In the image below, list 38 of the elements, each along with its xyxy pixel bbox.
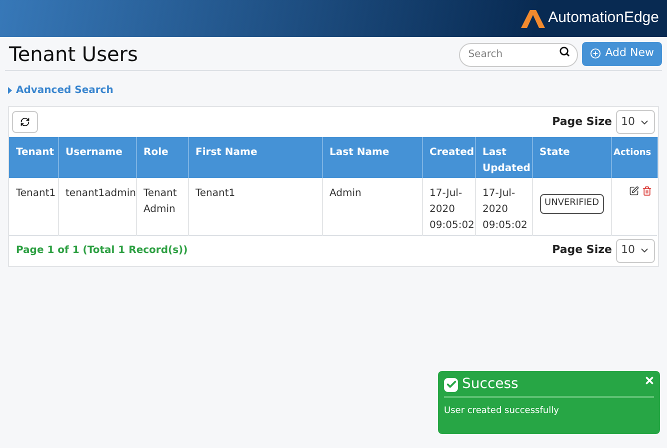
- search-icon: [559, 46, 570, 58]
- column-header: State: [532, 137, 611, 178]
- logo-icon: [521, 10, 546, 28]
- table-cell: 17-Jul-2020 09:05:02: [422, 178, 475, 235]
- column-header: Last Updated: [475, 137, 532, 178]
- page-size-select[interactable]: 10: [616, 238, 655, 262]
- table-cell: tenant1admin: [58, 178, 136, 235]
- plus-icon: [590, 48, 602, 59]
- logo-text: AutomationEdge: [548, 8, 659, 28]
- refresh-icon: [20, 117, 30, 127]
- column-header: Last Name: [322, 137, 422, 178]
- column-header: Role: [136, 137, 188, 178]
- table-cell: Tenant Admin: [136, 178, 188, 235]
- page-title: Tenant Users: [8, 40, 138, 68]
- advanced-search-link[interactable]: Advanced Search: [8, 83, 114, 98]
- check-icon: [444, 378, 458, 392]
- refresh-button[interactable]: [12, 111, 38, 133]
- column-header: Actions: [611, 137, 657, 178]
- page-size-select[interactable]: 10: [616, 110, 655, 134]
- table-cell: Tenant1: [188, 178, 322, 235]
- table-cell: Admin: [322, 178, 422, 235]
- delete-icon[interactable]: [642, 186, 652, 196]
- page-size-label: Page Size: [552, 242, 612, 258]
- column-header: Tenant: [9, 137, 58, 178]
- edit-icon[interactable]: [629, 186, 639, 196]
- close-icon[interactable]: [644, 375, 655, 386]
- table-cell: 17-Jul-2020 09:05:02: [475, 178, 532, 235]
- table-cell: Tenant1: [9, 178, 58, 235]
- column-header: First Name: [188, 137, 322, 178]
- column-header: Created: [422, 137, 475, 178]
- search-field[interactable]: Search: [459, 42, 578, 67]
- page-size-label: Page Size: [552, 114, 612, 130]
- toast-message: User created successfully: [444, 405, 560, 418]
- state-badge: UNVERIFIED: [540, 194, 604, 214]
- toast-title: Success: [462, 375, 518, 394]
- column-header: Username: [58, 137, 136, 178]
- caret-icon: [8, 87, 12, 94]
- pagination-summary: Page 1 of 1 (Total 1 Record(s)): [16, 244, 188, 258]
